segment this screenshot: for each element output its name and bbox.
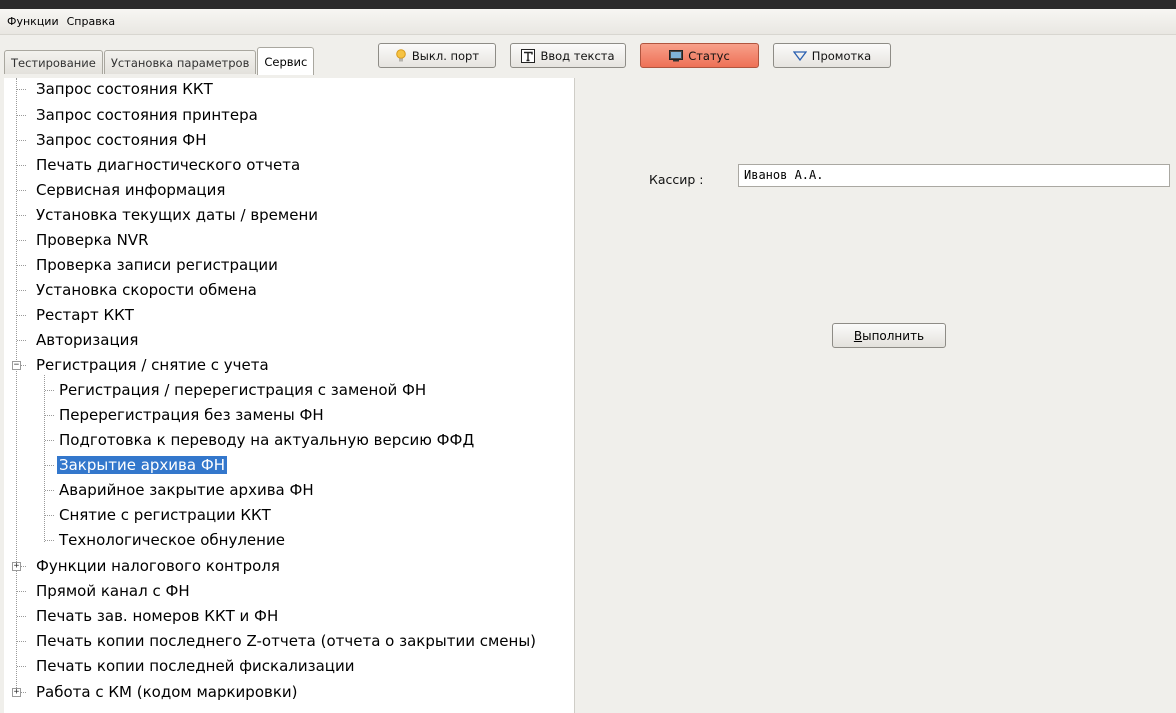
cashier-input[interactable]: Иванов А.А. [738, 164, 1170, 187]
text-input-label: Ввод текста [540, 48, 615, 63]
window-top-border [0, 0, 1176, 9]
expand-plus-icon[interactable]: + [12, 688, 21, 697]
port-off-label: Выкл. порт [411, 48, 480, 63]
tab-testing[interactable]: Тестирование [4, 50, 103, 74]
tree-item-print-serials[interactable]: Печать зав. номеров ККТ и ФН [34, 604, 280, 628]
tree-item-authorization[interactable]: Авторизация [34, 328, 140, 352]
text-input-button[interactable]: Ввод текста [510, 43, 626, 68]
tree-item-restart[interactable]: Рестарт ККТ [34, 303, 136, 327]
tab-strip: Тестирование Установка параметров Сервис [4, 46, 315, 75]
tree-item-printer-status[interactable]: Запрос состояния принтера [34, 103, 260, 127]
triangle-down-icon [792, 50, 807, 61]
tree-item-service-info[interactable]: Сервисная информация [34, 178, 227, 202]
tree-item-set-datetime[interactable]: Установка текущих даты / времени [34, 203, 320, 227]
service-tree: Запрос состояния ККТ Запрос состояния пр… [4, 78, 575, 713]
tree-item-ffd-transition[interactable]: Подготовка к переводу на актуальную верс… [57, 428, 476, 452]
menu-help[interactable]: Справка [67, 15, 115, 28]
tree-connector [16, 78, 17, 694]
feed-label: Промотка [811, 48, 872, 63]
tree-group-tax-control[interactable]: Функции налогового контроля [34, 554, 282, 578]
status-button[interactable]: Статус [640, 43, 759, 68]
tree-item-deregistration[interactable]: Снятие с регистрации ККТ [57, 503, 273, 527]
menu-bar: Функции Справка [0, 9, 1176, 35]
tree-item-registration-check[interactable]: Проверка записи регистрации [34, 253, 280, 277]
tree-item-baud-rate[interactable]: Установка скорости обмена [34, 278, 259, 302]
tree-connector-child [44, 375, 45, 542]
operation-panel: Кассир : Иванов А.А. Выполнить [576, 78, 1176, 713]
tree-item-kkt-status[interactable]: Запрос состояния ККТ [34, 77, 215, 101]
tree-item-close-fn-archive[interactable]: Закрытие архива ФН [57, 453, 228, 477]
execute-label-accel: В [853, 328, 863, 343]
tree-group-marking-codes[interactable]: Работа с КМ (кодом маркировки) [34, 680, 300, 704]
collapse-minus-icon[interactable]: − [12, 361, 21, 370]
cashier-label: Кассир : [649, 172, 704, 187]
tree-group-registration[interactable]: Регистрация / снятие с учета [34, 353, 271, 377]
tree-item-emergency-close-archive[interactable]: Аварийное закрытие архива ФН [57, 478, 316, 502]
app-window: Функции Справка Тестирование Установка п… [0, 0, 1176, 713]
tree-item-print-fiscal-copy[interactable]: Печать копии последней фискализации [34, 654, 356, 678]
menu-functions[interactable]: Функции [7, 15, 59, 28]
tree-item-tech-reset[interactable]: Технологическое обнуление [57, 528, 287, 552]
tree-item-nvr-check[interactable]: Проверка NVR [34, 228, 151, 252]
tree-item-rereg-without-fn[interactable]: Перерегистрация без замены ФН [57, 403, 326, 427]
tree-item-print-z-copy[interactable]: Печать копии последнего Z-отчета (отчета… [34, 629, 538, 653]
port-off-button[interactable]: Выкл. порт [378, 43, 496, 68]
feed-button[interactable]: Промотка [773, 43, 891, 68]
execute-button[interactable]: Выполнить [832, 323, 946, 348]
tree-item-direct-channel[interactable]: Прямой канал с ФН [34, 579, 192, 603]
tree-item-diag-report[interactable]: Печать диагностического отчета [34, 153, 302, 177]
expand-plus-icon[interactable]: + [12, 562, 21, 571]
tab-service[interactable]: Сервис [257, 47, 315, 75]
execute-label: ыполнить [862, 328, 925, 343]
tab-settings[interactable]: Установка параметров [103, 50, 257, 74]
tree-item-fn-status[interactable]: Запрос состояния ФН [34, 128, 208, 152]
tree-item-rereg-with-fn[interactable]: Регистрация / перерегистрация с заменой … [57, 378, 428, 402]
monitor-icon [669, 49, 684, 62]
lightbulb-icon [395, 48, 407, 63]
status-label: Статус [688, 48, 730, 63]
text-t-icon [521, 48, 536, 63]
